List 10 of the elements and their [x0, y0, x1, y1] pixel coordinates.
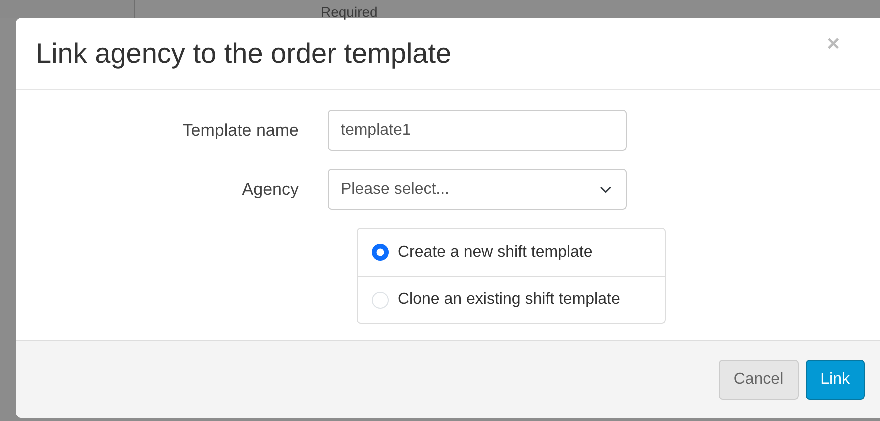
radio-option[interactable]: Create a new shift template: [358, 229, 665, 276]
radio-button[interactable]: [372, 244, 389, 261]
dialog-title: Link agency to the order template: [36, 36, 453, 70]
agency-dropdown[interactable]: Please select...: [328, 169, 627, 210]
radio-option[interactable]: Clone an existing shift template: [358, 276, 665, 323]
field-label: Agency: [241, 178, 300, 201]
field-label: Template name: [182, 120, 300, 142]
text-field[interactable]: template1: [328, 110, 627, 151]
cancel-button[interactable]: Cancel: [718, 360, 799, 400]
background-label: Required: [321, 3, 378, 21]
